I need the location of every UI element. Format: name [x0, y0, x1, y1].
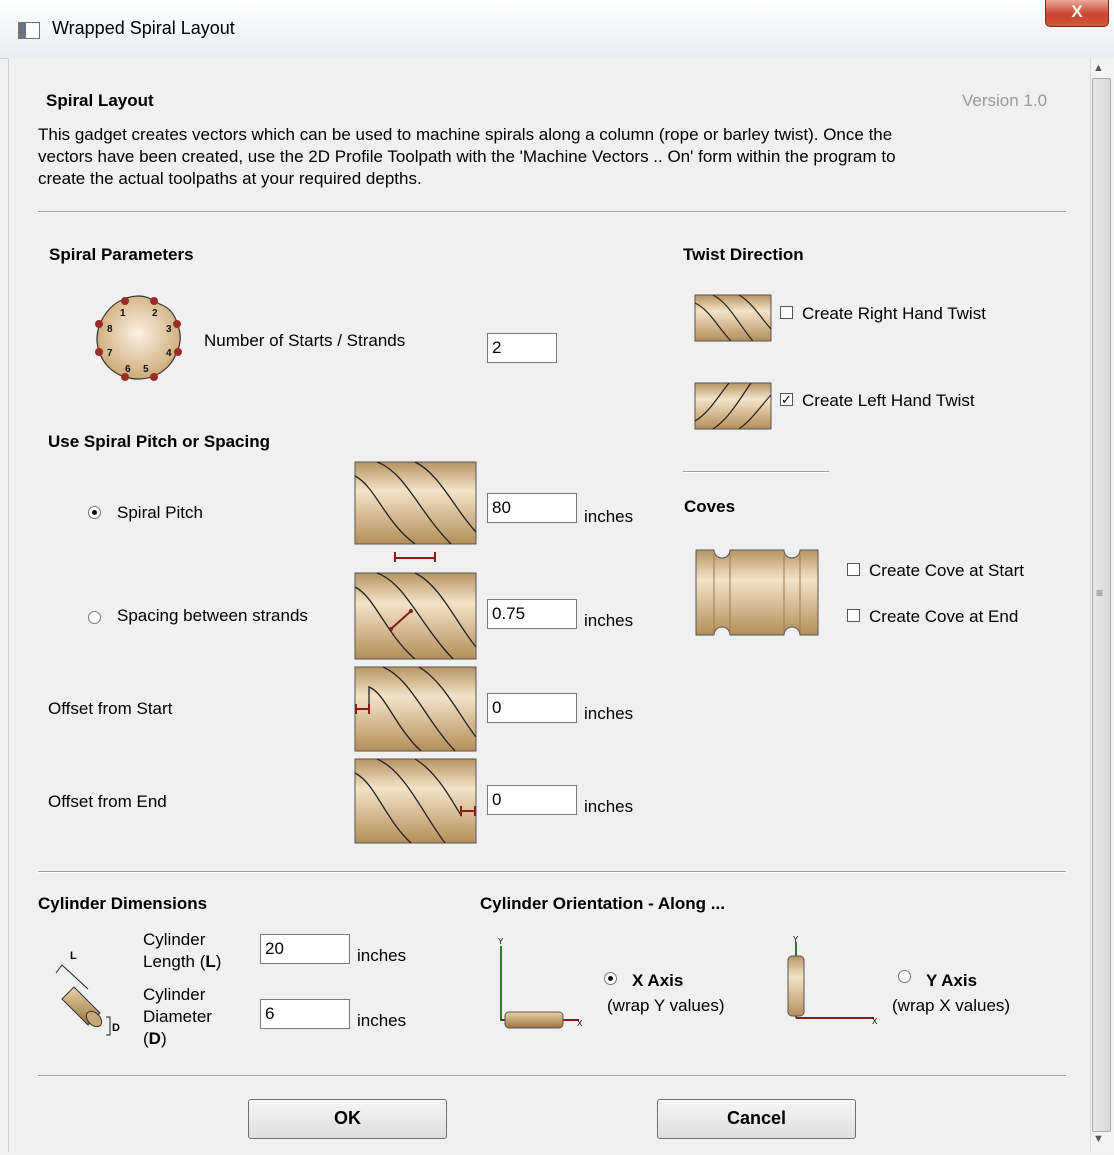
disc-number: 6: [125, 364, 131, 375]
spiral-pitch-radio[interactable]: [88, 506, 101, 519]
unit-label: inches: [584, 611, 634, 630]
unit-label: inches: [584, 704, 634, 723]
unit-label: inches: [357, 946, 407, 965]
right-twist-label: Create Right Hand Twist: [802, 304, 986, 323]
spacing-input[interactable]: [487, 599, 577, 629]
strand-disc-icon: 1 2 3 4 5 6 7 8: [95, 295, 182, 381]
scroll-down-arrow-icon[interactable]: ▼: [1093, 1133, 1104, 1145]
cylinder-length-label: Cylinder Length (L): [143, 929, 221, 973]
disc-number: 3: [166, 324, 172, 335]
cove-start-label: Create Cove at Start: [869, 561, 1024, 580]
diameter-letter: D: [112, 1022, 120, 1034]
y-axis-letter: Y: [498, 937, 504, 946]
cylinder-length-word: Cylinder: [143, 930, 206, 949]
pitch-spacing-heading: Use Spiral Pitch or Spacing: [48, 432, 271, 451]
cove-end-label: Create Cove at End: [869, 607, 1019, 626]
cylinder-dimensions-icon: L D: [55, 950, 120, 1036]
cylinder-diameter-input[interactable]: [260, 999, 350, 1029]
spiral-parameters-heading: Spiral Parameters: [49, 245, 194, 264]
x-axis-orientation-icon: Y X: [498, 937, 583, 1029]
scroll-thumb[interactable]: [1092, 78, 1111, 1132]
left-twist-icon: [694, 382, 772, 430]
right-twist-icon: [694, 294, 772, 342]
unit-label: inches: [357, 1011, 407, 1030]
spiral-pitch-icon: [354, 461, 477, 562]
x-axis-label: X Axis: [632, 971, 684, 990]
description-line: vectors have been created, use the 2D Pr…: [38, 147, 896, 166]
left-twist-label: Create Left Hand Twist: [802, 391, 975, 410]
divider: [38, 871, 1066, 873]
y-axis-letter: Y: [793, 935, 799, 944]
cylinder-dimensions-heading: Cylinder Dimensions: [38, 894, 208, 913]
divider: [38, 211, 1066, 213]
window-title: Wrapped Spiral Layout: [52, 18, 235, 38]
scroll-grip-icon: ≡: [1096, 586, 1104, 600]
offset-start-input[interactable]: [487, 693, 577, 723]
spacing-radio[interactable]: [88, 611, 101, 624]
offset-start-icon: [354, 666, 477, 752]
x-axis-letter: X: [872, 1017, 878, 1026]
description-text: This gadget creates vectors which can be…: [38, 124, 896, 190]
y-axis-radio[interactable]: [898, 970, 911, 983]
spacing-label: Spacing between strands: [117, 606, 308, 625]
cylinder-diameter-letter: D: [148, 1029, 161, 1048]
offset-start-label: Offset from Start: [48, 699, 173, 718]
scroll-up-arrow-icon[interactable]: ▲: [1093, 62, 1104, 74]
right-twist-checkbox[interactable]: [780, 306, 793, 319]
y-axis-orientation-icon: Y X: [787, 935, 878, 1026]
divider: [683, 471, 829, 473]
cylinder-orientation-heading: Cylinder Orientation - Along ...: [480, 894, 725, 913]
disc-number: 1: [120, 308, 126, 319]
offset-end-label: Offset from End: [48, 792, 167, 811]
cylinder-length-letter: L: [205, 952, 216, 971]
offset-end-icon: [354, 758, 477, 844]
description-line: This gadget creates vectors which can be…: [38, 125, 893, 144]
x-axis-radio[interactable]: [604, 972, 617, 985]
disc-number: 2: [152, 308, 158, 319]
disc-number: 8: [107, 324, 113, 335]
cylinder-diameter-word: Cylinder: [143, 985, 206, 1004]
spiral-pitch-input[interactable]: [487, 493, 577, 523]
starts-label: Number of Starts / Strands: [204, 331, 406, 350]
cove-end-checkbox[interactable]: [847, 609, 860, 622]
cylinder-length-word: Length (: [143, 952, 206, 971]
disc-number: 4: [166, 348, 172, 359]
y-axis-sub: (wrap X values): [892, 996, 1011, 1015]
starts-input[interactable]: [487, 333, 557, 363]
x-axis-letter: X: [577, 1019, 583, 1028]
disc-number: 5: [143, 364, 149, 375]
cylinder-diameter-word: ): [160, 1029, 167, 1048]
description-line: create the actual toolpaths at your requ…: [38, 169, 422, 188]
cancel-button[interactable]: Cancel: [657, 1099, 856, 1139]
unit-label: inches: [584, 797, 634, 816]
coves-icon: [695, 549, 819, 636]
cove-start-checkbox[interactable]: [847, 563, 860, 576]
section-title-spiral-layout: Spiral Layout: [46, 91, 154, 110]
version-label: Version 1.0: [962, 91, 1048, 110]
offset-end-input[interactable]: [487, 785, 577, 815]
close-button[interactable]: X: [1045, 0, 1109, 27]
spacing-icon: [354, 572, 477, 660]
twist-direction-heading: Twist Direction: [683, 245, 804, 264]
divider: [38, 1075, 1066, 1077]
x-axis-sub: (wrap Y values): [607, 996, 725, 1015]
cylinder-length-word: ): [215, 952, 222, 971]
coves-heading: Coves: [684, 497, 736, 516]
app-window-icon: [18, 22, 40, 39]
cylinder-length-input[interactable]: [260, 934, 350, 964]
spiral-pitch-label: Spiral Pitch: [117, 503, 203, 522]
disc-number: 7: [107, 348, 113, 359]
length-letter: L: [70, 950, 77, 962]
left-twist-checkbox[interactable]: ✓: [780, 393, 793, 406]
y-axis-label: Y Axis: [926, 971, 978, 990]
ok-button[interactable]: OK: [248, 1099, 447, 1139]
unit-label: inches: [584, 507, 634, 526]
cylinder-diameter-label: Cylinder Diameter (D): [143, 984, 212, 1050]
cylinder-diameter-word: Diameter: [143, 1007, 212, 1026]
